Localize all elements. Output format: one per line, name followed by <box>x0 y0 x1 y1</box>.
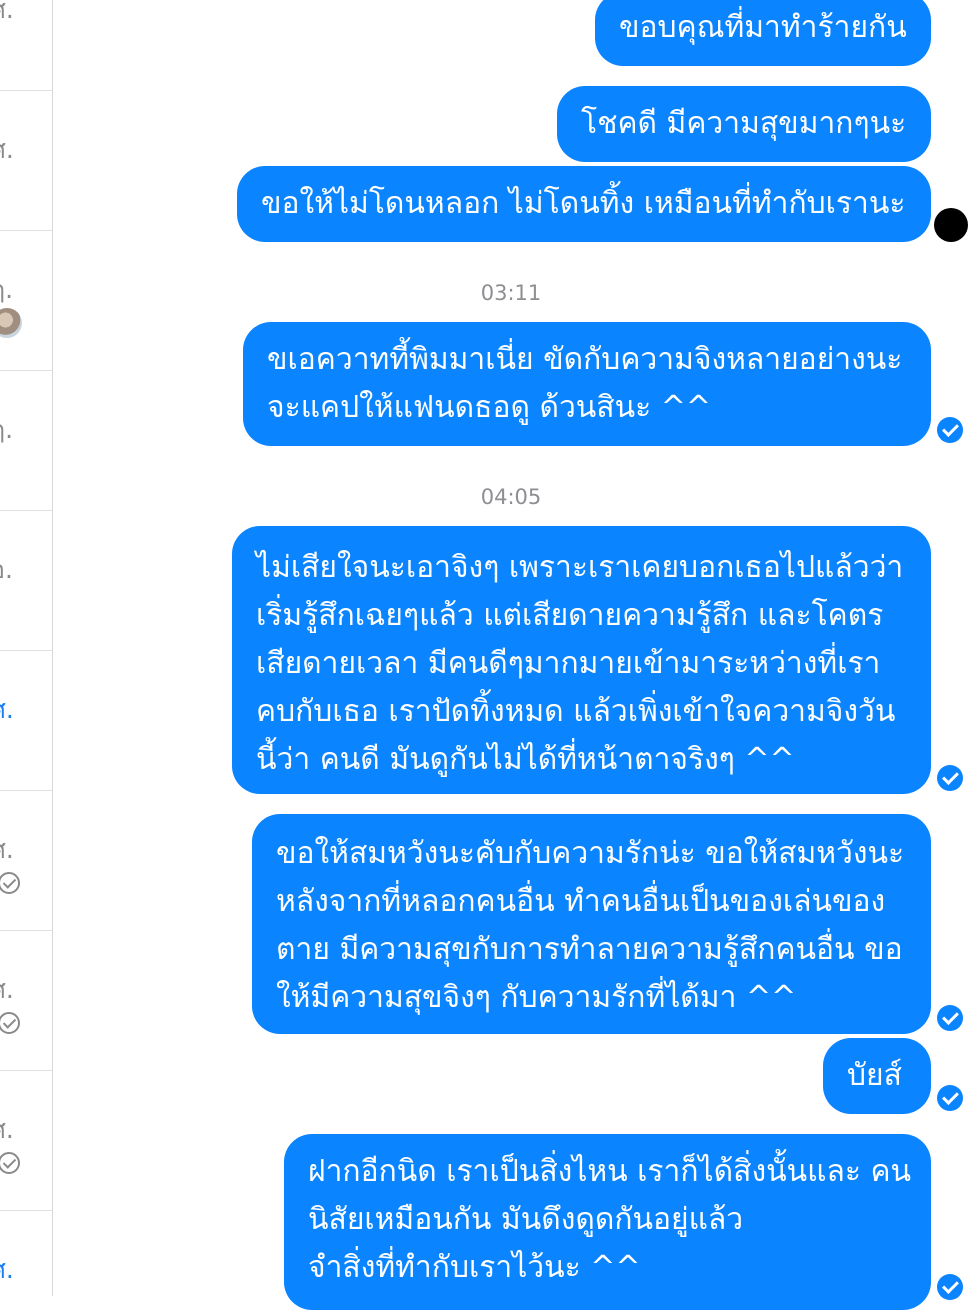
message-bubble[interactable]: ขอบคุณที่มาทำร้ายกัน <box>595 0 931 66</box>
message-text: เสียดายเวลา มีคนดีๆมากมายเข้ามาระหว่างที… <box>256 646 881 681</box>
conversation-date: ศ. <box>0 695 14 724</box>
message-bubble[interactable]: ขอให้ไม่โดนหลอก ไม่โดนทิ้ง เหมือนที่ทำกั… <box>237 166 931 242</box>
conversation-row[interactable]: ศ. <box>0 0 52 91</box>
message-text: ขอให้ไม่โดนหลอก ไม่โดนทิ้ง เหมือนที่ทำกั… <box>261 186 906 221</box>
read-receipt-icon <box>937 1085 963 1111</box>
conversation-date: อ. <box>0 555 13 584</box>
sent-check-icon <box>0 1152 20 1174</box>
conversation-row[interactable]: ฤ. <box>0 370 52 511</box>
conversation-row[interactable]: ศ. <box>0 1210 52 1296</box>
message-text: ฝากอีกนิด เราเป็นสิ่งไหน เราก็ได้สิ่งนั้… <box>308 1154 912 1189</box>
conversation-date: ศ. <box>0 135 14 164</box>
message-text: หลังจากที่หลอกคนอื่น ทำคนอื่นเป็นของเล่น… <box>276 884 886 919</box>
conversation-row[interactable]: ศ. <box>0 790 52 931</box>
message-text: ตาย มีความสุขกับการทำลายความรู้สึกคนอื่น… <box>276 932 903 967</box>
sent-check-icon <box>0 872 20 894</box>
message-text: ขอให้สมหวังนะคับกับความรักน่ะ ขอให้สมหวั… <box>276 836 905 871</box>
message-bubble[interactable]: ไม่เสียใจนะเอาจิงๆ เพราะเราเคยบอกเธอไปแล… <box>232 526 931 794</box>
message-thread: ขอบคุณที่มาทำร้ายกัน โชคดี มีความสุขมากๆ… <box>53 0 972 1310</box>
read-receipt-icon <box>937 1274 963 1300</box>
conversation-date: ฤ. <box>0 275 14 304</box>
conversation-date: ศ. <box>0 0 14 24</box>
conversation-row[interactable]: ศ. <box>0 650 52 791</box>
message-text: จำสิ่งที่ทำกับเราไว้นะ ^^ <box>308 1250 641 1285</box>
sent-check-icon <box>0 1012 20 1034</box>
avatar <box>0 308 22 338</box>
timestamp: 03:11 <box>480 281 542 305</box>
message-text: นิสัยเหมือนกัน มันดึงดูดกันอยู่แล้ว <box>308 1202 744 1237</box>
conversation-date: ฤ. <box>0 415 14 444</box>
conversation-date: ศ. <box>0 835 14 864</box>
conversation-date: ศ. <box>0 1115 14 1144</box>
message-bubble[interactable]: ฝากอีกนิด เราเป็นสิ่งไหน เราก็ได้สิ่งนั้… <box>284 1134 931 1310</box>
message-bubble[interactable]: บัยส์ <box>823 1038 931 1114</box>
typing-indicator-icon <box>934 208 968 242</box>
conversation-row[interactable]: ศ. <box>0 1070 52 1211</box>
read-receipt-icon <box>937 417 963 443</box>
conversation-row[interactable]: อ. <box>0 510 52 651</box>
message-text: บัยส์ <box>847 1058 902 1093</box>
message-bubble[interactable]: ขอให้สมหวังนะคับกับความรักน่ะ ขอให้สมหวั… <box>252 814 931 1034</box>
message-bubble[interactable]: ขเอควาทที้พิมมาเนี่ย ขัดกับความจิงหลายอย… <box>243 322 931 446</box>
timestamp: 04:05 <box>480 485 542 509</box>
message-bubble[interactable]: โชคดี มีความสุขมากๆนะ <box>557 86 931 162</box>
message-text: โชคดี มีความสุขมากๆนะ <box>581 106 907 141</box>
conversation-row[interactable]: ฤ. <box>0 230 52 371</box>
message-text: เริ่มรู้สึกเฉยๆแล้ว แต่เสียดายความรู้สึก… <box>256 598 884 633</box>
message-text: ไม่เสียใจนะเอาจิงๆ เพราะเราเคยบอกเธอไปแล… <box>256 550 904 585</box>
message-text: นี้ว่า คนดี มันดูกันไม่ได้ที่หน้าตาจริงๆ… <box>256 742 795 777</box>
message-text: ขเอควาทที้พิมมาเนี่ย ขัดกับความจิงหลายอย… <box>267 342 903 377</box>
conversation-date: ศ. <box>0 1255 14 1284</box>
read-receipt-icon <box>937 1005 963 1031</box>
message-text: ขอบคุณที่มาทำร้ายกัน <box>619 10 907 45</box>
conversation-list-sidebar: ศ. ศ. ฤ. ฤ. อ. ศ. ศ. ศ. ศ. ศ. <box>0 0 53 1296</box>
read-receipt-icon <box>937 765 963 791</box>
conversation-date: ศ. <box>0 975 14 1004</box>
message-text: คบกับเธอ เราปัดทิ้งหมด แล้วเพิ่งเข้าใจคว… <box>256 694 896 729</box>
conversation-row[interactable]: ศ. <box>0 90 52 231</box>
message-text: ให้มีความสุขจิงๆ กับความรักที่ได้มา ^^ <box>276 980 797 1015</box>
message-text: จะแคปให้แฟนดธอดู ด้วนสินะ ^^ <box>267 390 712 425</box>
conversation-row[interactable]: ศ. <box>0 930 52 1071</box>
